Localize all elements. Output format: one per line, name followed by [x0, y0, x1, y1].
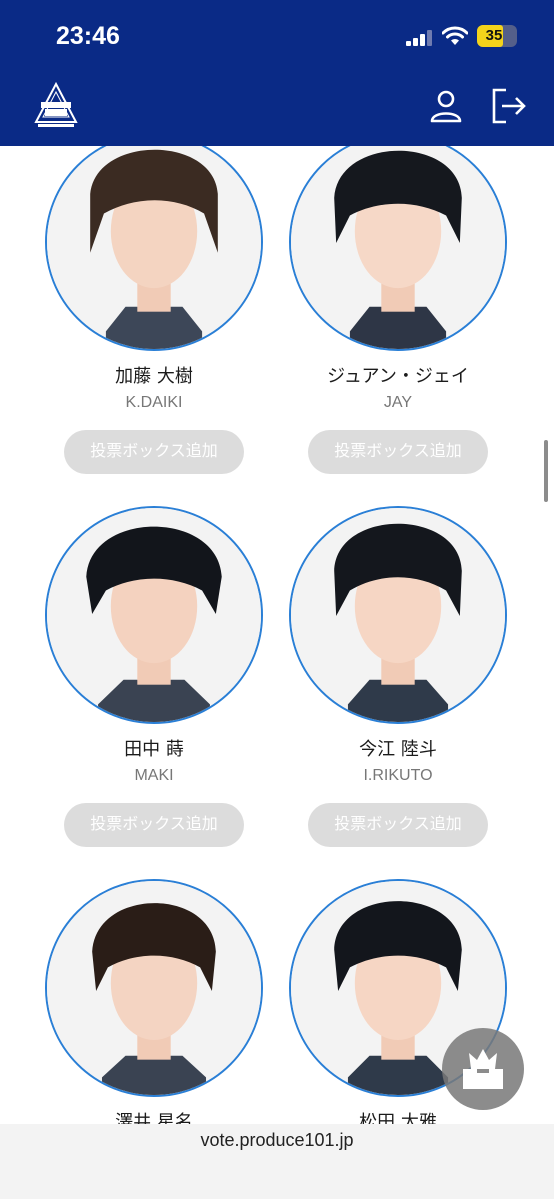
battery-indicator: 35 — [477, 25, 517, 47]
trainee-name: 澤井 星名 — [115, 1112, 193, 1124]
battery-level: 35 — [485, 27, 503, 44]
trainee-photo[interactable] — [45, 506, 263, 724]
trainee-card: 田中 蒔 MAKI 投票ボックス追加 — [34, 371, 274, 847]
cellular-signal-icon — [406, 30, 432, 46]
vote-box-crown-icon — [463, 1049, 503, 1089]
logout-icon[interactable] — [488, 86, 528, 126]
trainee-name: 松田 太雅 — [359, 1112, 437, 1124]
trainee-card: 加藤 大樹 K.DAIKI 投票ボックス追加 — [34, 146, 274, 474]
trainee-card: 今江 陸斗 I.RIKUTO 投票ボックス追加 — [278, 371, 518, 847]
trainee-grid: 加藤 大樹 K.DAIKI 投票ボックス追加 ジュアン・ジェイ JAY 投票ボッ… — [0, 146, 554, 1124]
vote-box-button[interactable] — [442, 1028, 524, 1110]
app-header: 23:46 35 — [0, 0, 554, 146]
wifi-icon — [442, 26, 468, 45]
url-text[interactable]: vote.produce101.jp — [0, 1130, 554, 1151]
user-icon[interactable] — [428, 88, 464, 124]
status-time: 23:46 — [56, 22, 120, 50]
trainee-photo[interactable] — [45, 146, 263, 351]
scrollbar[interactable] — [544, 440, 548, 502]
trainee-photo[interactable] — [45, 879, 263, 1097]
produce-101-logo[interactable] — [32, 82, 80, 130]
trainee-photo[interactable] — [289, 506, 507, 724]
trainee-photo[interactable] — [289, 146, 507, 351]
browser-url-bar[interactable]: vote.produce101.jp — [0, 1124, 554, 1199]
trainee-card: 澤井 星名 — [34, 744, 274, 1124]
trainee-card: ジュアン・ジェイ JAY 投票ボックス追加 — [278, 146, 518, 474]
